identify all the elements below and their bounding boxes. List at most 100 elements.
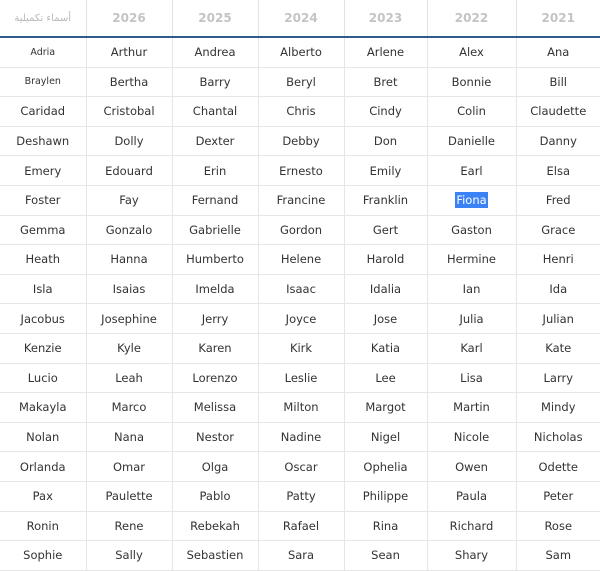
name-cell: Lisa [427, 363, 517, 394]
name-cell: Rina [344, 511, 428, 542]
supplemental-name-cell: Heath [0, 244, 87, 275]
supplemental-name-cell: Makayla [0, 392, 87, 423]
header-row: أسماء تكميلية 2026 2025 2024 2023 2022 2… [0, 0, 600, 38]
name-cell: Shary [427, 540, 517, 571]
name-cell: Odette [516, 451, 600, 482]
name-cell: Alex [427, 37, 517, 68]
name-cell: Fernand [172, 185, 259, 216]
header-year: 2021 [516, 0, 600, 38]
name-cell: Marco [86, 392, 173, 423]
name-cell: Cristobal [86, 96, 173, 127]
table-row: Adria Arthur Andrea Alberto Arlene Alex Ana [0, 37, 600, 68]
table-row: Gemma Gonzalo Gabrielle Gordon Gert Gaston Gra… [0, 215, 600, 246]
supplemental-name-cell: Foster [0, 185, 87, 216]
name-cell: Cindy [344, 96, 428, 127]
supplemental-name-cell: Orlanda [0, 451, 87, 482]
name-cell: Gaston [427, 215, 517, 246]
name-cell: Julian [516, 303, 600, 334]
supplemental-name-cell: Deshawn [0, 126, 87, 157]
name-cell: Hanna [86, 244, 173, 275]
name-cell: Ian [427, 274, 517, 305]
name-cell: Patty [258, 481, 345, 512]
name-cell: Elsa [516, 155, 600, 186]
name-cell: Ernesto [258, 155, 345, 186]
name-cell: Fiona [427, 185, 517, 216]
name-cell: Nadine [258, 422, 345, 453]
name-cell: Sally [86, 540, 173, 571]
name-cell: Henri [516, 244, 600, 275]
name-cell: Bret [344, 67, 428, 98]
name-cell: Erin [172, 155, 259, 186]
name-cell: Gert [344, 215, 428, 246]
supplemental-name-cell: Gemma [0, 215, 87, 246]
supplemental-name-cell: Lucio [0, 363, 87, 394]
name-cell: Leslie [258, 363, 345, 394]
name-cell: Bonnie [427, 67, 517, 98]
name-cell: Dexter [172, 126, 259, 157]
name-cell: Joyce [258, 303, 345, 334]
table-header: أسماء تكميلية 2026 2025 2024 2023 2022 2… [0, 0, 600, 38]
supplemental-name-cell: Kenzie [0, 333, 87, 364]
name-cell: Paulette [86, 481, 173, 512]
name-cell: Philippe [344, 481, 428, 512]
name-cell: Nestor [172, 422, 259, 453]
supplemental-name-cell: Nolan [0, 422, 87, 453]
name-cell: Julia [427, 303, 517, 334]
name-cell: Sean [344, 540, 428, 571]
header-year: 2023 [344, 0, 428, 38]
name-cell: Jerry [172, 303, 259, 334]
table-row: Sophie Sally Sebastien Sara Sean Shary Sam [0, 540, 600, 571]
table-body: Adria Arthur Andrea Alberto Arlene Alex Ana Bra… [0, 37, 600, 571]
name-cell: Chantal [172, 96, 259, 127]
header-year: 2026 [86, 0, 173, 38]
name-cell: Earl [427, 155, 517, 186]
name-cell: Margot [344, 392, 428, 423]
supplemental-name-cell: Pax [0, 481, 87, 512]
name-cell: Emily [344, 155, 428, 186]
name-cell: Grace [516, 215, 600, 246]
table-row: Jacobus Josephine Jerry Joyce Jose Julia Julia… [0, 303, 600, 334]
name-cell: Rose [516, 511, 600, 542]
table-row: Orlanda Omar Olga Oscar Ophelia Owen Odette [0, 451, 600, 482]
name-cell: Bill [516, 67, 600, 98]
name-cell: Paula [427, 481, 517, 512]
name-cell: Gordon [258, 215, 345, 246]
header-year: 2025 [172, 0, 259, 38]
name-cell: Jose [344, 303, 428, 334]
name-cell: Gonzalo [86, 215, 173, 246]
name-cell: Rene [86, 511, 173, 542]
table-row: Pax Paulette Pablo Patty Philippe Paula Peter [0, 481, 600, 512]
name-cell: Edouard [86, 155, 173, 186]
name-cell: Ophelia [344, 451, 428, 482]
name-cell: Karl [427, 333, 517, 364]
table-row: Isla Isaias Imelda Isaac Idalia Ian Ida [0, 274, 600, 305]
name-cell: Lorenzo [172, 363, 259, 394]
name-cell: Beryl [258, 67, 345, 98]
name-cell: Josephine [86, 303, 173, 334]
name-cell: Karen [172, 333, 259, 364]
name-cell: Milton [258, 392, 345, 423]
name-cell: Ida [516, 274, 600, 305]
table-row: Heath Hanna Humberto Helene Harold Hermine Hen… [0, 244, 600, 275]
header-supplemental-names: أسماء تكميلية [0, 0, 87, 38]
name-cell: Francine [258, 185, 345, 216]
name-cell: Melissa [172, 392, 259, 423]
supplemental-name-cell: Jacobus [0, 303, 87, 334]
name-cell: Humberto [172, 244, 259, 275]
table-row: Emery Edouard Erin Ernesto Emily Earl Elsa [0, 155, 600, 186]
selected-text[interactable]: Fiona [455, 192, 488, 209]
name-cell: Alberto [258, 37, 345, 68]
table-row: Deshawn Dolly Dexter Debby Don Danielle Danny [0, 126, 600, 157]
table-row: Kenzie Kyle Karen Kirk Katia Karl Kate [0, 333, 600, 364]
name-cell: Andrea [172, 37, 259, 68]
supplemental-name-cell: Adria [0, 37, 87, 68]
table-row: Foster Fay Fernand Francine Franklin Fiona Fre… [0, 185, 600, 216]
name-cell: Danielle [427, 126, 517, 157]
supplemental-name-cell: Ronin [0, 511, 87, 542]
name-cell: Chris [258, 96, 345, 127]
name-cell: Imelda [172, 274, 259, 305]
name-cell: Oscar [258, 451, 345, 482]
name-cell: Sam [516, 540, 600, 571]
name-cell: Arlene [344, 37, 428, 68]
name-cell: Arthur [86, 37, 173, 68]
